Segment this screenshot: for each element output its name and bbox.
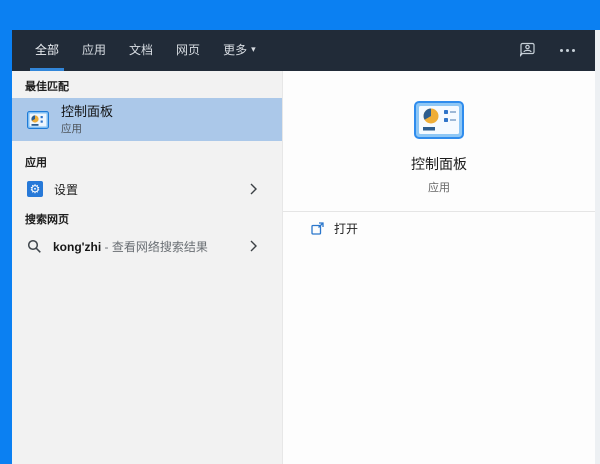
tab-web[interactable]: 网页 xyxy=(171,30,205,71)
tab-documents[interactable]: 文档 xyxy=(124,30,158,71)
settings-label: 设置 xyxy=(54,181,78,198)
search-filter-bar: 全部 应用 文档 网页 更多 ▾ xyxy=(12,30,595,71)
search-results-area: 最佳匹配 控制面板 应用 xyxy=(12,71,595,464)
tab-documents-label: 文档 xyxy=(129,41,153,58)
result-subtitle: 应用 xyxy=(61,121,113,136)
open-external-icon xyxy=(311,222,324,235)
window-frame-top xyxy=(0,0,600,30)
result-control-panel[interactable]: 控制面板 应用 xyxy=(12,98,282,141)
feedback-person-icon[interactable] xyxy=(517,42,536,59)
tab-all-label: 全部 xyxy=(35,41,59,58)
preview-app-subtitle: 应用 xyxy=(428,179,450,195)
open-action-label: 打开 xyxy=(334,220,358,237)
web-search-query: kong'zhi xyxy=(53,240,101,254)
section-apps: 应用 xyxy=(12,147,282,174)
tab-all[interactable]: 全部 xyxy=(30,30,64,71)
chevron-down-icon: ▾ xyxy=(251,44,256,55)
chevron-right-icon xyxy=(250,240,257,252)
preview-pane: 控制面板 应用 打开 xyxy=(283,71,595,464)
web-search-label: kong'zhi - 查看网络搜索结果 xyxy=(53,238,208,255)
tab-apps-label: 应用 xyxy=(82,41,106,58)
best-match-text: 控制面板 应用 xyxy=(61,104,113,136)
open-action[interactable]: 打开 xyxy=(283,212,595,244)
chevron-right-icon xyxy=(250,183,257,195)
results-list: 最佳匹配 控制面板 应用 xyxy=(12,71,283,464)
section-search-web: 搜索网页 xyxy=(12,204,282,231)
tab-apps[interactable]: 应用 xyxy=(77,30,111,71)
preview-app-title: 控制面板 xyxy=(411,154,467,174)
window-frame-left xyxy=(0,30,12,464)
search-icon xyxy=(27,239,42,254)
more-options-icon[interactable] xyxy=(560,49,575,52)
result-web-search[interactable]: kong'zhi - 查看网络搜索结果 xyxy=(12,231,282,261)
windows-search-panel: 全部 应用 文档 网页 更多 ▾ xyxy=(0,0,600,464)
control-panel-icon-large xyxy=(414,101,464,139)
tab-more[interactable]: 更多 ▾ xyxy=(218,30,261,71)
tab-more-label: 更多 xyxy=(223,41,247,58)
web-search-suffix: - 查看网络搜索结果 xyxy=(101,240,208,254)
tab-web-label: 网页 xyxy=(176,41,200,58)
section-best-match: 最佳匹配 xyxy=(12,71,282,98)
result-title: 控制面板 xyxy=(61,104,113,119)
control-panel-icon xyxy=(27,111,49,129)
settings-gear-icon: ⚙ xyxy=(27,181,43,197)
header-actions xyxy=(517,30,595,71)
window-edge-right xyxy=(595,30,600,464)
filter-tabs: 全部 应用 文档 网页 更多 ▾ xyxy=(12,30,274,71)
result-settings[interactable]: ⚙ 设置 xyxy=(12,174,282,204)
